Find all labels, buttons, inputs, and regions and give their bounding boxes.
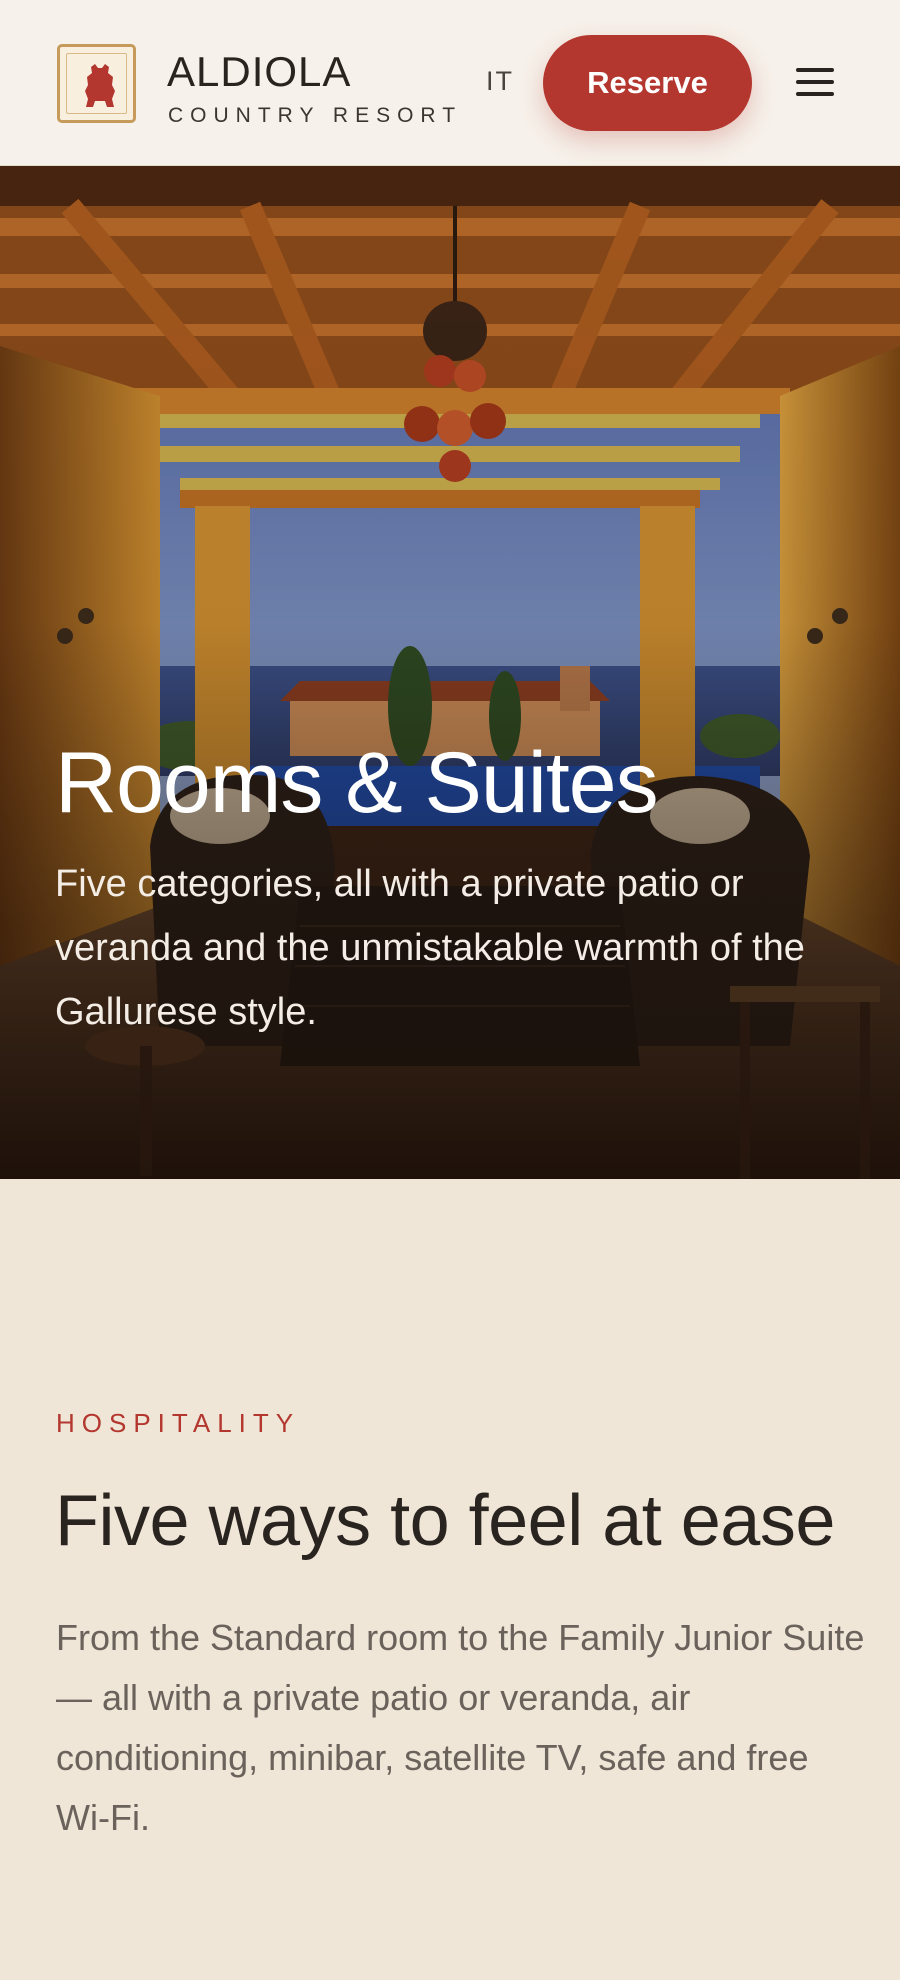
brand-subtitle: COUNTRY RESORT — [168, 104, 463, 127]
hero-description: Five categories, all with a private pati… — [55, 863, 805, 1033]
hamburger-menu-icon[interactable] — [796, 66, 836, 98]
section-title: Five ways to feel at ease — [55, 1481, 835, 1561]
hero-title: Rooms & Suites — [55, 735, 659, 831]
reserve-button[interactable]: Reserve — [543, 35, 752, 131]
logo[interactable] — [57, 44, 136, 123]
section-eyebrow: HOSPITALITY — [56, 1408, 301, 1438]
language-switch[interactable]: IT — [486, 66, 514, 97]
hero-section: Rooms & Suites Five categories, all with… — [0, 166, 900, 1179]
site-header: ALDIOLA COUNTRY RESORT IT Reserve — [0, 0, 900, 166]
brand-name: ALDIOLA — [167, 48, 352, 95]
section-description: From the Standard room to the Family Jun… — [56, 1617, 865, 1838]
boar-emblem-icon — [85, 64, 115, 107]
